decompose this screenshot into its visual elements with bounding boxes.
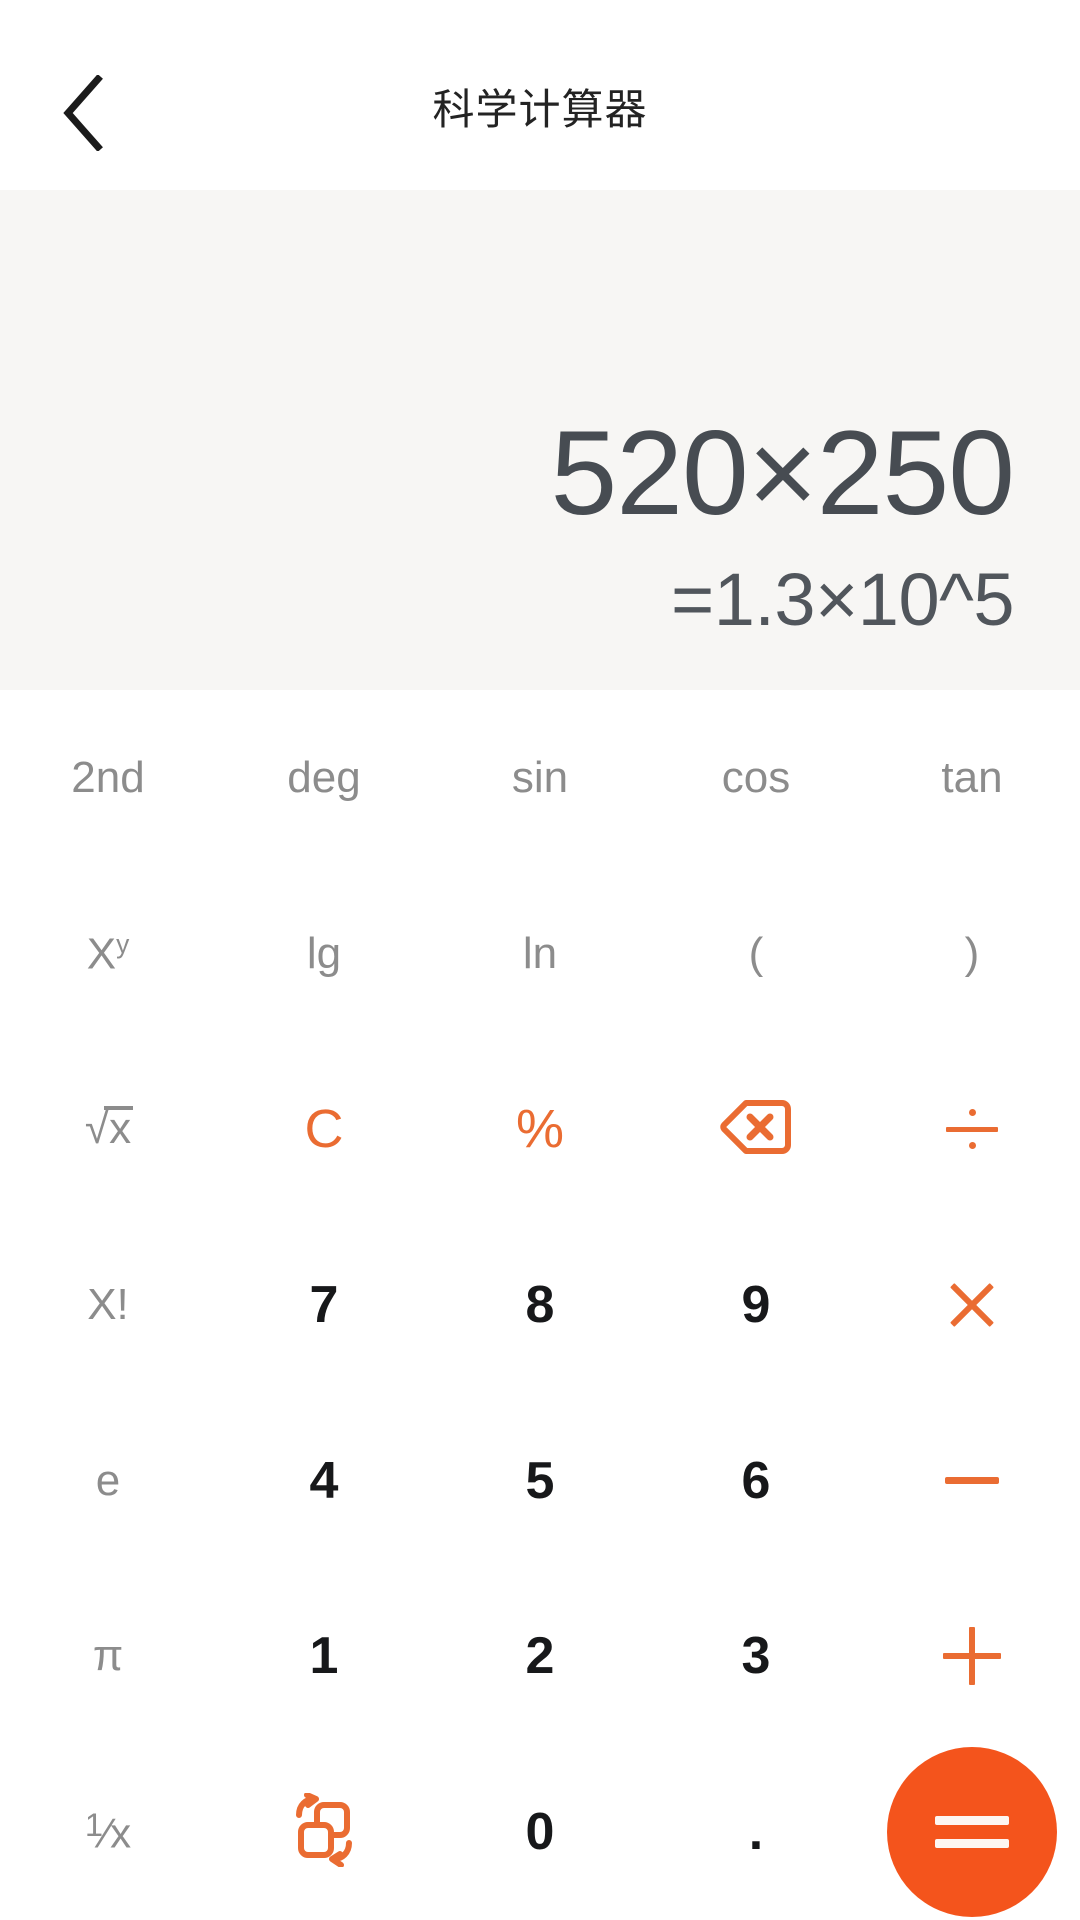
key-convert[interactable] <box>216 1744 432 1920</box>
key-percent[interactable]: % <box>432 1041 648 1217</box>
key-label: 1 <box>309 1627 339 1686</box>
app-header: 科学计算器 <box>0 0 1080 190</box>
divide-icon <box>944 1101 1000 1157</box>
keypad: 2nd deg sin cos tan Xy lg ln ( ) √x C % <box>0 690 1080 1920</box>
key-power[interactable]: Xy <box>0 866 216 1042</box>
key-sin[interactable]: sin <box>432 690 648 866</box>
key-label: deg <box>287 752 361 802</box>
key-divide[interactable] <box>864 1041 1080 1217</box>
key-cos[interactable]: cos <box>648 690 864 866</box>
key-label: 3 <box>741 1627 771 1686</box>
key-9[interactable]: 9 <box>648 1217 864 1393</box>
calculator-display[interactable]: 520×250 =1.3×10^5 <box>0 190 1080 690</box>
display-result: =1.3×10^5 <box>671 558 1015 642</box>
key-decimal[interactable]: . <box>648 1744 864 1920</box>
key-pi[interactable]: π <box>0 1569 216 1745</box>
power-superscript: y <box>116 928 130 959</box>
key-label: % <box>515 1099 564 1160</box>
key-tan[interactable]: tan <box>864 690 1080 866</box>
key-subtract[interactable] <box>864 1393 1080 1569</box>
page-title: 科学计算器 <box>432 86 648 133</box>
key-lg[interactable]: lg <box>216 866 432 1042</box>
key-label: ) <box>964 928 980 978</box>
key-label: C <box>304 1099 344 1160</box>
scientific-calculator-screen: 科学计算器 520×250 =1.3×10^5 2nd deg sin cos … <box>0 0 1080 1920</box>
key-label: ( <box>748 928 764 978</box>
key-0[interactable]: 0 <box>432 1744 648 1920</box>
key-ln[interactable]: ln <box>432 866 648 1042</box>
key-label: 2nd <box>71 752 145 802</box>
key-add[interactable] <box>864 1569 1080 1745</box>
key-label: sin <box>511 752 569 802</box>
key-label: 5 <box>525 1451 555 1510</box>
key-3[interactable]: 3 <box>648 1569 864 1745</box>
key-label: 0 <box>525 1803 555 1862</box>
key-8[interactable]: 8 <box>432 1217 648 1393</box>
key-label: tan <box>941 752 1003 802</box>
key-label: 4 <box>309 1451 339 1510</box>
key-factorial[interactable]: X! <box>0 1217 216 1393</box>
plus-icon <box>943 1627 1001 1686</box>
key-backspace[interactable] <box>648 1041 864 1217</box>
key-label: . <box>748 1803 764 1862</box>
multiply-icon <box>946 1279 998 1331</box>
key-clear[interactable]: C <box>216 1041 432 1217</box>
key-6[interactable]: 6 <box>648 1393 864 1569</box>
minus-icon <box>945 1477 999 1485</box>
key-label: ln <box>522 928 558 978</box>
key-2nd[interactable]: 2nd <box>0 690 216 866</box>
key-paren-open[interactable]: ( <box>648 866 864 1042</box>
display-expression: 520×250 <box>550 405 1015 540</box>
key-label: lg <box>306 928 342 978</box>
key-label: 6 <box>741 1451 771 1510</box>
equals-icon <box>887 1747 1057 1918</box>
key-label: Xy <box>86 928 130 979</box>
key-label: 2 <box>525 1627 555 1686</box>
key-label: 8 <box>525 1275 555 1334</box>
key-label: π <box>92 1631 124 1681</box>
key-label: 7 <box>309 1275 339 1334</box>
key-1[interactable]: 1 <box>216 1569 432 1745</box>
key-deg[interactable]: deg <box>216 690 432 866</box>
key-reciprocal[interactable]: 1⁄x <box>0 1744 216 1920</box>
key-multiply[interactable] <box>864 1217 1080 1393</box>
swap-units-icon <box>287 1791 361 1872</box>
key-label: 9 <box>741 1275 771 1334</box>
key-2[interactable]: 2 <box>432 1569 648 1745</box>
key-5[interactable]: 5 <box>432 1393 648 1569</box>
key-paren-close[interactable]: ) <box>864 866 1080 1042</box>
key-label: X! <box>87 1279 129 1329</box>
square-root-icon: √x <box>84 1104 134 1154</box>
reciprocal-icon: 1⁄x <box>84 1806 132 1857</box>
key-e[interactable]: e <box>0 1393 216 1569</box>
key-label: e <box>95 1455 121 1505</box>
key-sqrt[interactable]: √x <box>0 1041 216 1217</box>
key-7[interactable]: 7 <box>216 1217 432 1393</box>
backspace-icon <box>720 1099 792 1160</box>
key-4[interactable]: 4 <box>216 1393 432 1569</box>
key-equals[interactable] <box>864 1744 1080 1920</box>
key-label: cos <box>721 752 791 802</box>
